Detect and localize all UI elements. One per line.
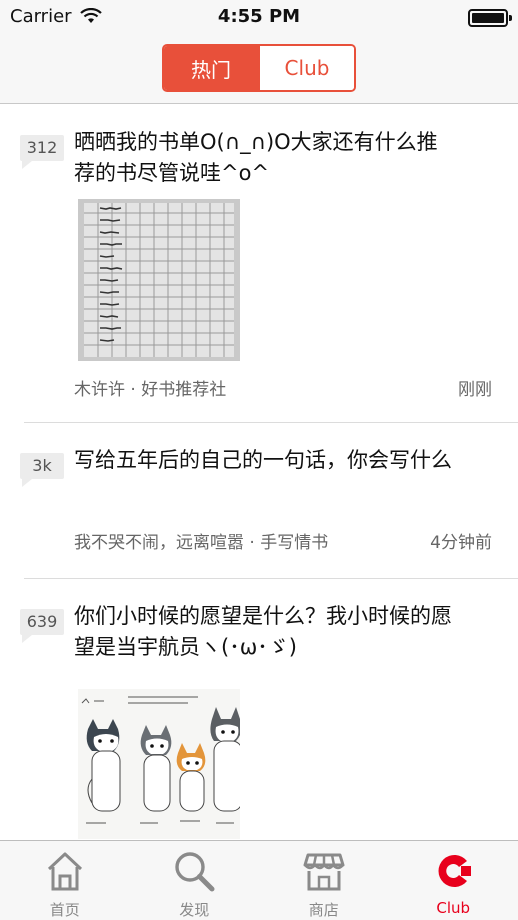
store-icon	[302, 849, 346, 897]
post-card[interactable]: 639 你们小时候的愿望是什么？我小时候的愿望是当宇航员ヽ(･ω･ゞ)	[20, 579, 518, 840]
post-time: 刚刚	[458, 380, 492, 400]
home-icon	[43, 849, 87, 897]
post-title[interactable]: 写给五年后的自己的一句话，你会写什么	[74, 445, 454, 476]
reply-count-badge: 312	[20, 135, 64, 169]
clock: 4:55 PM	[217, 6, 301, 27]
dog-drawing	[140, 725, 172, 812]
battery-icon	[468, 9, 512, 27]
dog-drawing	[86, 719, 121, 812]
post-card[interactable]: 312 晒晒我的书单O(∩_∩)O大家还有什么推荐的书尽管说哇^o^ 木许许 ·…	[20, 105, 518, 423]
post-time: 4分钟前	[430, 533, 492, 553]
navigation-bar: 热门 Club	[0, 36, 518, 104]
post-feed[interactable]: 312 晒晒我的书单O(∩_∩)O大家还有什么推荐的书尽管说哇^o^ 木许许 ·…	[0, 105, 518, 840]
tab-store[interactable]: 商店	[259, 841, 389, 920]
club-icon	[431, 849, 475, 897]
tab-label: Club	[436, 899, 471, 917]
post-author-group[interactable]: 木许许 · 好书推荐社	[74, 375, 226, 400]
tab-bar: 首页 发现 商店 Club	[0, 840, 518, 920]
segment-club[interactable]: Club	[258, 46, 354, 90]
post-title[interactable]: 晒晒我的书单O(∩_∩)O大家还有什么推荐的书尽管说哇^o^	[74, 127, 454, 189]
post-card[interactable]: 3k 写给五年后的自己的一句话，你会写什么 我不哭不闹，远离喧嚣 · 手写情书 …	[20, 423, 518, 579]
post-title[interactable]: 你们小时候的愿望是什么？我小时候的愿望是当宇航员ヽ(･ω･ゞ)	[74, 601, 454, 663]
reply-count-badge: 3k	[20, 453, 64, 487]
dog-drawing	[176, 743, 206, 812]
segment-hot[interactable]: 热门	[164, 46, 258, 90]
tab-label: 商店	[308, 901, 339, 919]
segmented-control: 热门 Club	[162, 44, 356, 92]
post-image[interactable]	[78, 199, 240, 361]
post-author-group[interactable]: 我不哭不闹，远离喧嚣 · 手写情书	[74, 528, 328, 553]
tab-discover[interactable]: 发现	[130, 841, 260, 920]
tab-label: 首页	[49, 901, 80, 919]
post-image[interactable]	[78, 689, 240, 839]
search-icon	[172, 849, 216, 897]
tab-label: 发现	[179, 901, 210, 919]
book-list-image	[78, 199, 240, 361]
status-bar: Carrier 4:55 PM	[0, 0, 518, 36]
dog-drawing	[210, 707, 240, 812]
reply-count-badge: 639	[20, 609, 64, 643]
tab-club[interactable]: Club	[389, 841, 518, 920]
tab-home[interactable]: 首页	[0, 841, 130, 920]
dogs-drawing-image	[78, 689, 240, 839]
